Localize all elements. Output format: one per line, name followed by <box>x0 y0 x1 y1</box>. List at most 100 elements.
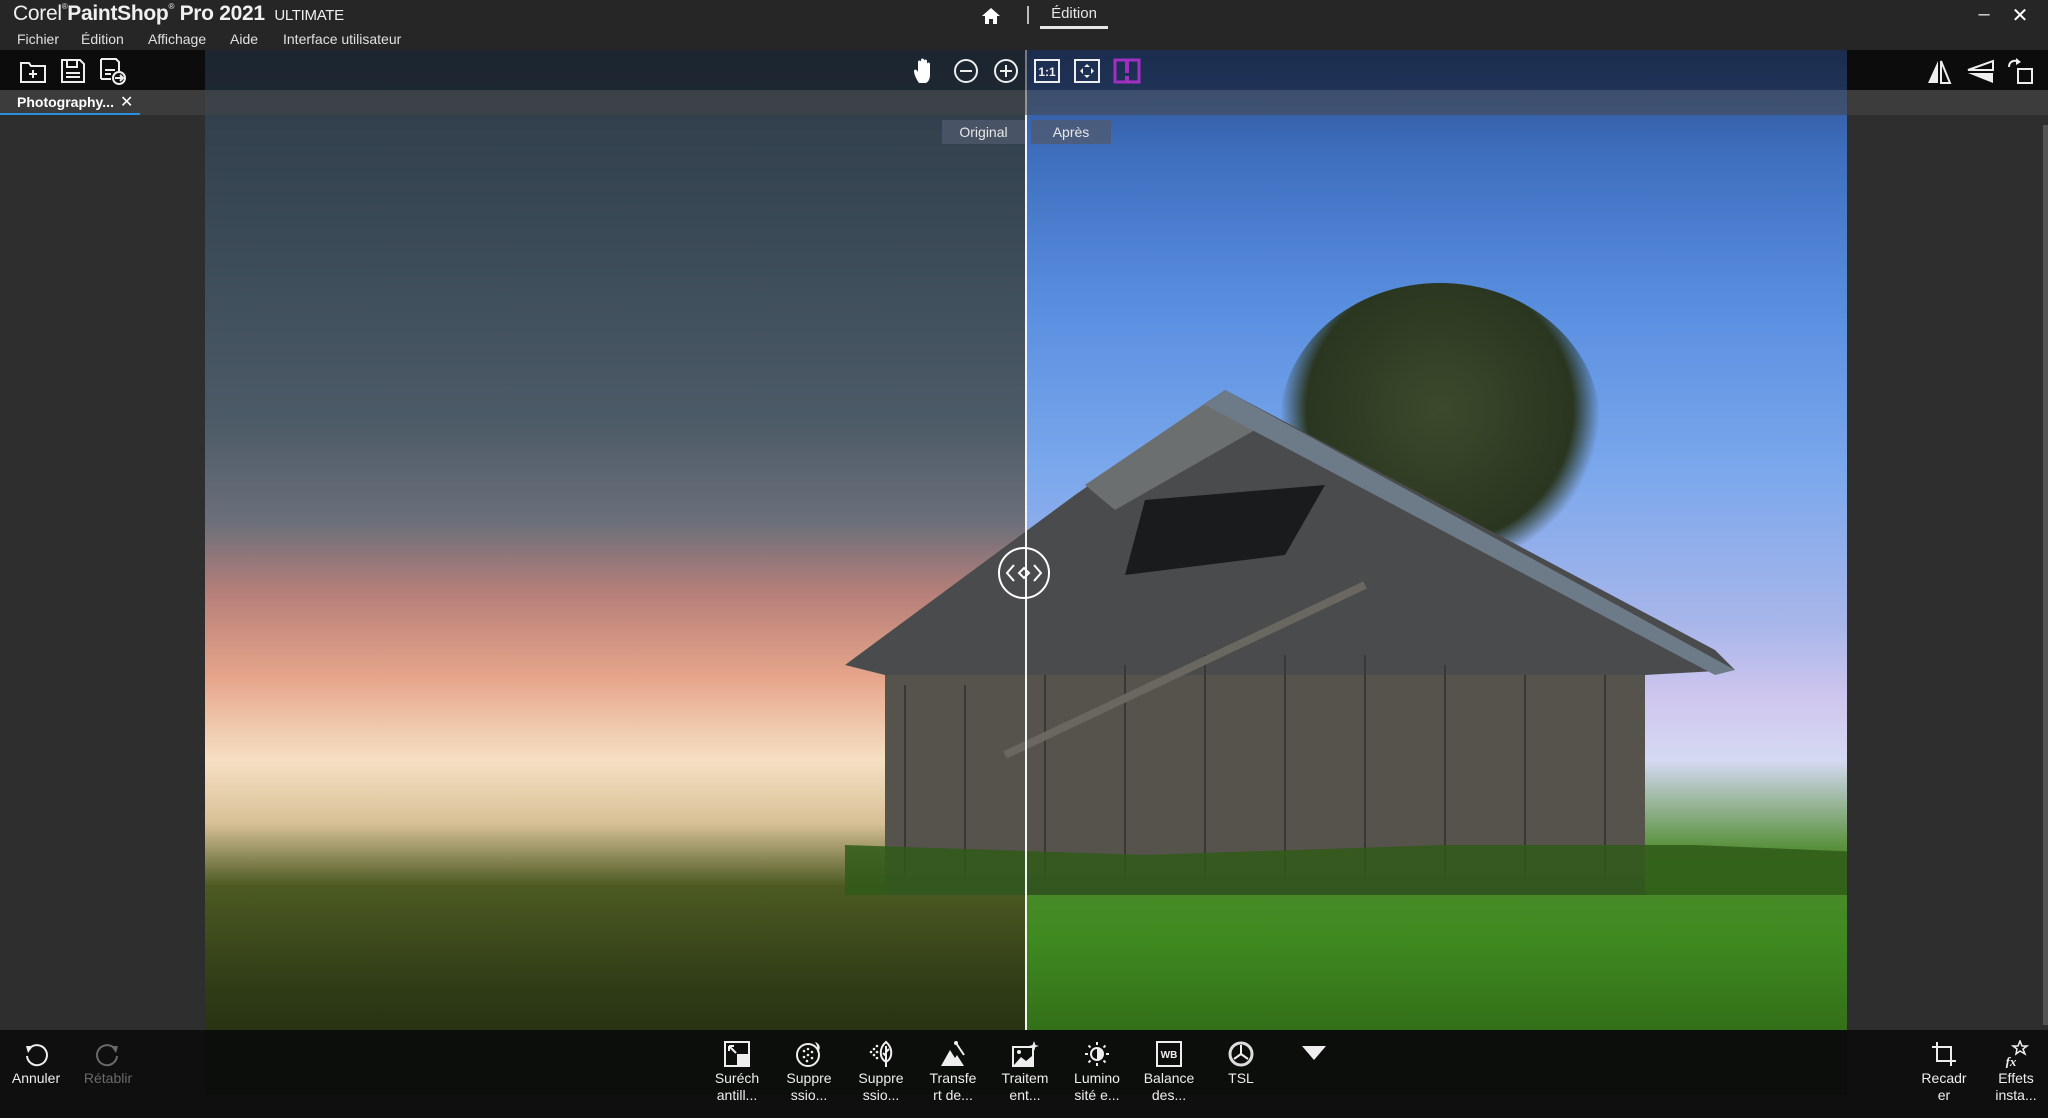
tool-label-line2: er <box>1937 1087 1951 1103</box>
style-transfer-icon <box>941 1041 965 1066</box>
tool-style-transfer[interactable]: Transfe rt de... <box>921 1040 985 1104</box>
tool-label-line1: TSL <box>1228 1070 1254 1086</box>
zoom-in-button[interactable] <box>992 57 1020 85</box>
zoom-out-icon <box>954 59 978 83</box>
product-edition: ULTIMATE <box>274 7 344 24</box>
redo-button[interactable]: Rétablir <box>76 1040 140 1087</box>
minimize-button[interactable]: – <box>1972 3 1996 27</box>
tool-label-line2: sité e... <box>1074 1087 1120 1103</box>
fit-to-window-button[interactable] <box>1073 57 1101 85</box>
view-toolbar <box>205 50 1847 90</box>
undo-label: Annuler <box>11 1070 61 1086</box>
tool-label-line1: Suppre <box>786 1070 832 1086</box>
menu-interface-utilisateur[interactable]: Interface utilisateur <box>283 31 401 47</box>
tool-label-line2: ent... <box>1009 1087 1041 1103</box>
menu-edition[interactable]: Édition <box>81 31 124 47</box>
tool-label-line2: ssio... <box>862 1087 900 1103</box>
tool-label-line2: antill... <box>716 1087 758 1103</box>
menu-affichage[interactable]: Affichage <box>148 31 206 47</box>
vertical-scrollbar[interactable] <box>2043 125 2048 1025</box>
tool-label-line2: rt de... <box>933 1087 973 1103</box>
fit-to-window-icon <box>1074 59 1100 83</box>
pan-hand-icon <box>914 58 930 83</box>
chevron-down-icon <box>1302 1046 1326 1060</box>
flip-vertical-icon <box>1967 59 1994 83</box>
product-name: PaintShop <box>67 2 169 25</box>
tool-label-line2: des... <box>1151 1087 1187 1103</box>
tool-label-line2: insta... <box>1995 1087 2037 1103</box>
tool-label-line1: Balance <box>1143 1070 1195 1086</box>
tool-hdr-processing[interactable]: Traitem ent... <box>993 1040 1057 1104</box>
tool-label-line1: Lumino <box>1074 1070 1120 1086</box>
svg-text:WB: WB <box>1161 1050 1178 1061</box>
redo-label: Rétablir <box>83 1070 133 1086</box>
undo-button[interactable]: Annuler <box>4 1040 68 1087</box>
brightness-contrast-icon <box>1085 1042 1109 1066</box>
tool-hsl[interactable]: TSL <box>1209 1040 1273 1087</box>
svg-text:fx: fx <box>2006 1054 2017 1068</box>
flip-horizontal-button[interactable] <box>1925 57 1953 85</box>
document-tab-label: Photography... <box>17 94 114 110</box>
close-button[interactable]: ✕ <box>2008 3 2032 27</box>
after-label: Après <box>1031 120 1111 144</box>
tool-crop[interactable]: Recadr er <box>1912 1040 1976 1104</box>
compare-split-icon <box>1113 58 1141 84</box>
brand-name: Corel <box>13 2 62 25</box>
hsl-icon <box>1228 1041 1254 1067</box>
home-button[interactable] <box>980 5 1002 27</box>
new-button[interactable] <box>19 57 47 85</box>
product-version: Pro 2021 <box>179 2 265 25</box>
before-label: Original <box>942 120 1025 144</box>
tool-label-line1: Suppre <box>858 1070 904 1086</box>
menu-aide[interactable]: Aide <box>230 31 258 47</box>
undo-icon <box>26 1044 48 1067</box>
instant-effects-icon: fx <box>2006 1040 2030 1068</box>
menu-bar: Fichier Édition Affichage Aide Interface… <box>0 30 2048 50</box>
tool-noise-removal[interactable]: Suppre ssio... <box>777 1040 841 1104</box>
hdr-processing-icon <box>1012 1041 1039 1067</box>
tool-label-line1: Traitem <box>1001 1070 1049 1086</box>
tool-label-line1: Recadr <box>1921 1070 1967 1086</box>
header-separator <box>1027 6 1029 24</box>
tool-white-balance[interactable]: WB Balance des... <box>1137 1040 1201 1104</box>
home-icon <box>982 8 1000 24</box>
tool-label-line1: Effets <box>1998 1070 2034 1086</box>
document-tab[interactable]: Photography... ✕ <box>0 90 140 115</box>
split-arrows-icon <box>1005 564 1043 582</box>
flip-horizontal-icon <box>1928 60 1952 84</box>
white-balance-icon: WB <box>1156 1041 1182 1067</box>
actual-size-button[interactable]: 1:1 <box>1033 57 1061 85</box>
tool-artifact-removal[interactable]: Suppre ssio... <box>849 1040 913 1104</box>
photo-barn <box>845 390 1847 895</box>
tool-label-line1: Suréch <box>714 1070 760 1086</box>
zoom-out-button[interactable] <box>952 57 980 85</box>
tool-upsample[interactable]: Suréch antill... <box>705 1040 769 1104</box>
upsample-icon <box>724 1041 750 1067</box>
pan-tool-button[interactable] <box>911 57 939 85</box>
rotate-icon <box>2008 58 2033 84</box>
new-folder-icon <box>20 62 46 83</box>
crop-icon <box>1932 1042 1956 1066</box>
photo-canvas[interactable]: Original Après <box>205 50 1847 1095</box>
artifact-removal-icon <box>869 1040 893 1067</box>
compare-split-handle[interactable] <box>998 547 1050 599</box>
compare-split-button[interactable] <box>1113 57 1141 85</box>
tool-instant-effects[interactable]: fx Effets insta... <box>1984 1040 2048 1104</box>
menu-fichier[interactable]: Fichier <box>17 31 59 47</box>
app-title: Corel®PaintShop® Pro 2021 ULTIMATE <box>13 2 344 25</box>
svg-text:1:1: 1:1 <box>1038 65 1056 79</box>
save-button[interactable] <box>59 57 87 85</box>
tab-edition[interactable]: Édition <box>1040 5 1108 29</box>
save-as-button[interactable] <box>99 57 127 85</box>
tab-bar-overlay <box>205 90 1847 115</box>
tool-brightness-contrast[interactable]: Lumino sité e... <box>1065 1040 1129 1104</box>
redo-icon <box>96 1044 118 1067</box>
flip-vertical-button[interactable] <box>1966 57 1994 85</box>
tool-label-line2: ssio... <box>790 1087 828 1103</box>
more-tools-button[interactable] <box>1282 1040 1346 1070</box>
zoom-in-icon <box>994 59 1018 83</box>
noise-removal-icon <box>796 1042 820 1067</box>
document-tab-close-button[interactable]: ✕ <box>120 92 133 112</box>
rotate-button[interactable] <box>2006 57 2034 85</box>
tool-label-line1: Transfe <box>929 1070 977 1086</box>
